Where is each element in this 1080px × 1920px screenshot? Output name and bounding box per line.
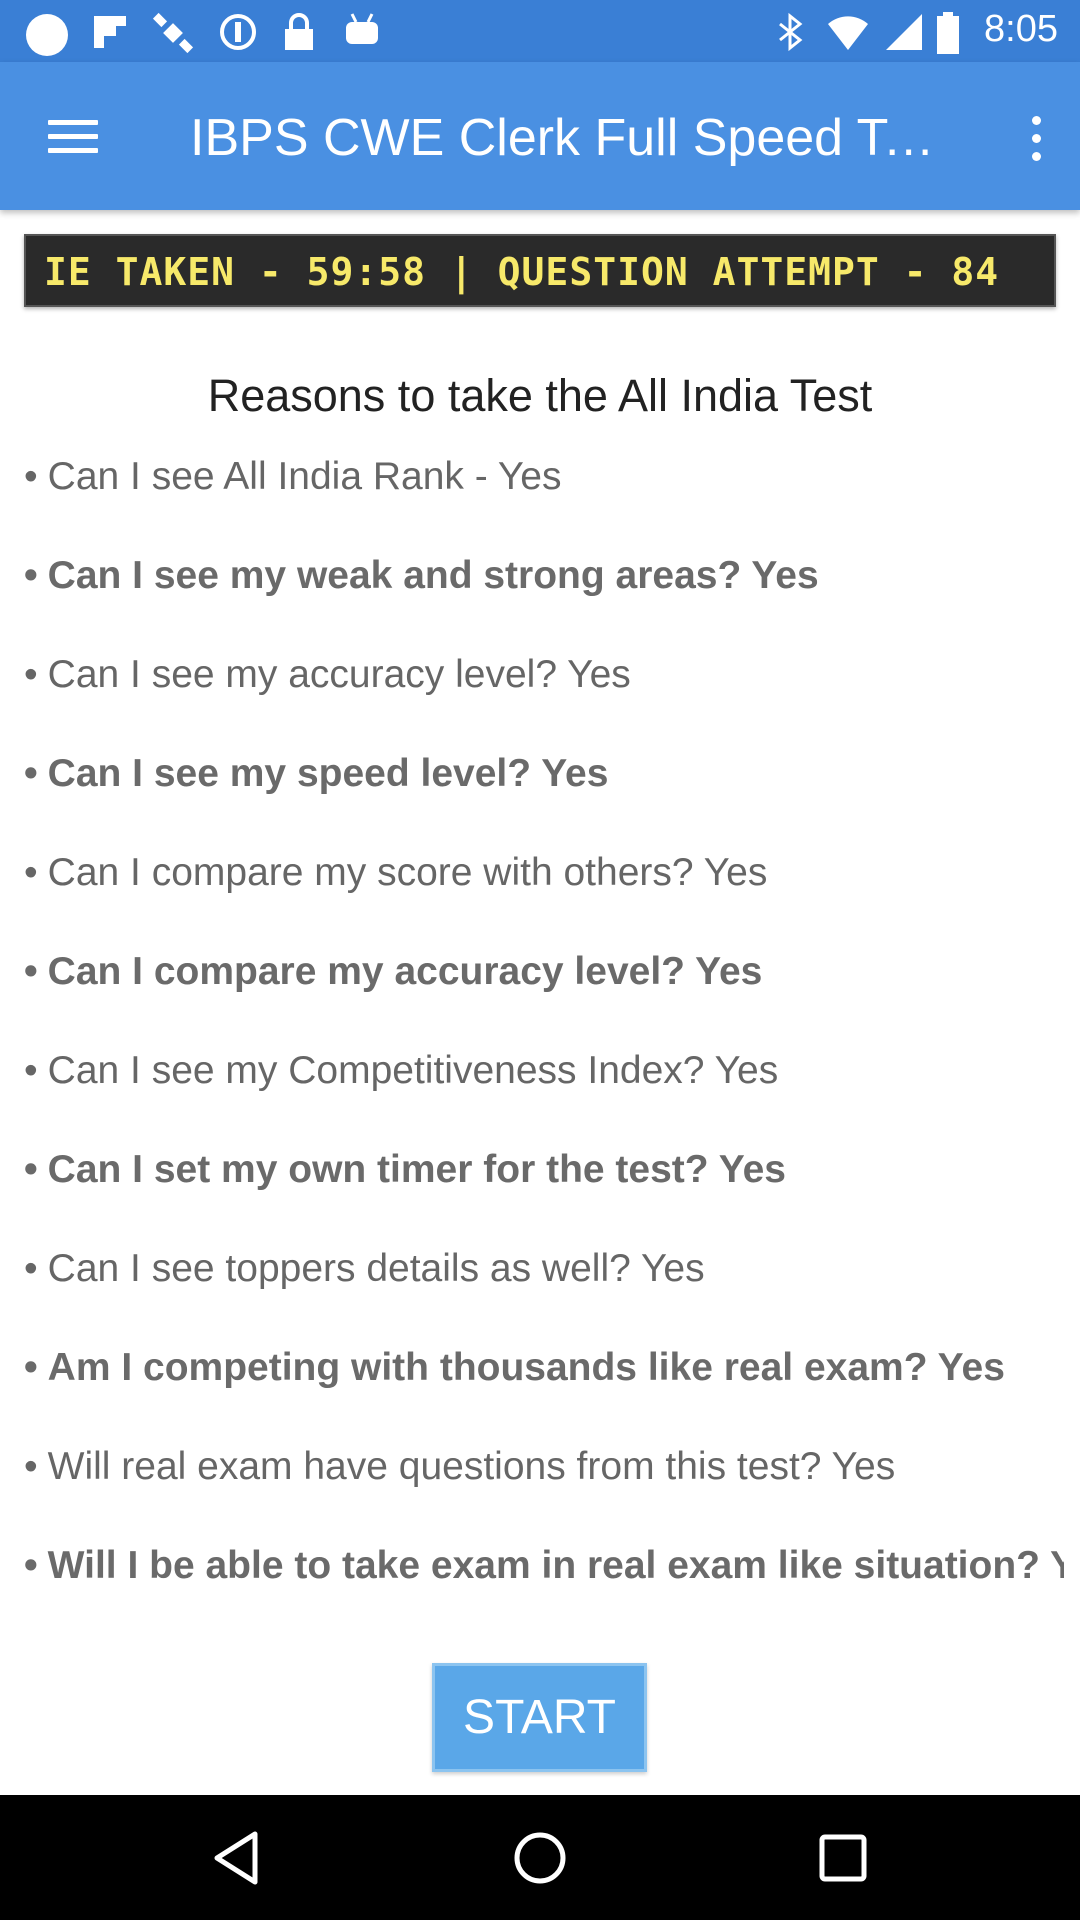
list-item-text: Can I see my Competitiveness Index? Yes xyxy=(47,1049,779,1092)
status-time: 8:05 xyxy=(984,8,1058,50)
list-item: • Can I see my weak and strong areas? Yes xyxy=(24,544,1064,643)
list-item-text: Will real exam have questions from this … xyxy=(47,1445,896,1488)
list-item: • Can I see toppers details as well? Yes xyxy=(24,1237,1064,1336)
android-icon xyxy=(346,13,378,44)
reason-list[interactable]: • Can I see All India Rank - Yes • Can I se… xyxy=(24,445,1064,1613)
bullet: • xyxy=(24,455,38,498)
list-item-text: Can I see my speed level? Yes xyxy=(47,752,609,795)
list-item-text: Can I set my own timer for the test? Yes xyxy=(47,1148,786,1191)
back-triangle-icon[interactable] xyxy=(176,1795,296,1920)
bullet: • xyxy=(24,1247,38,1290)
section-title: Reasons to take the All India Test xyxy=(207,370,873,421)
ticker-text: IE TAKEN - 59:58 | QUESTION ATTEMPT - 84 xyxy=(44,250,1000,294)
bullet: • xyxy=(24,1148,38,1191)
list-item-text: Can I compare my accuracy level? Yes xyxy=(47,950,763,993)
bullet: • xyxy=(24,950,38,993)
bullet: • xyxy=(24,1346,38,1389)
satellite-icon xyxy=(152,12,194,54)
wifi-icon xyxy=(828,16,868,50)
bullet: • xyxy=(24,752,38,795)
list-item: • Can I see my Competitiveness Index? Yes xyxy=(24,1039,1064,1138)
bluetooth-icon xyxy=(779,12,803,52)
bullet: • xyxy=(24,1445,38,1488)
list-item-text: Can I see my accuracy level? Yes xyxy=(47,653,631,696)
list-item: • Can I see my accuracy level? Yes xyxy=(24,643,1064,742)
bullet: • xyxy=(24,851,38,894)
list-item: • Can I compare my accuracy level? Yes xyxy=(24,940,1064,1039)
flipboard-icon xyxy=(94,16,126,48)
more-vert-icon[interactable] xyxy=(1016,106,1056,170)
bullet: • xyxy=(24,653,38,696)
vpn-icon xyxy=(220,14,256,50)
list-item: • Can I see my speed level? Yes xyxy=(24,742,1064,841)
list-item: • Will real exam have questions from this… xyxy=(24,1435,1064,1534)
list-item: • Will I be able to take exam in real exa… xyxy=(24,1534,1064,1613)
list-item: • Can I compare my score with others? Yes xyxy=(24,841,1064,940)
status-bar: 8:05 xyxy=(0,0,1080,62)
list-item-text: Can I compare my score with others? Yes xyxy=(47,851,768,894)
home-circle-icon[interactable] xyxy=(480,1795,600,1920)
signal-icon xyxy=(886,14,922,50)
circle-icon xyxy=(26,14,68,56)
app-bar: IBPS CWE Clerk Full Speed Tes… xyxy=(0,62,1080,210)
bullet: • xyxy=(24,1544,38,1587)
list-item-text: Can I see All India Rank - Yes xyxy=(47,455,562,498)
list-item: • Can I see All India Rank - Yes xyxy=(24,445,1064,544)
nav-bar xyxy=(0,1795,1080,1920)
bullet: • xyxy=(24,1049,38,1092)
list-item-text: Am I competing with thousands like real … xyxy=(47,1346,1005,1389)
list-item: • Am I competing with thousands like real… xyxy=(24,1336,1064,1435)
list-item-text: Can I see toppers details as well? Yes xyxy=(47,1247,705,1290)
bullet: • xyxy=(24,554,38,597)
recents-square-icon[interactable] xyxy=(783,1795,903,1920)
battery-icon xyxy=(937,12,959,54)
hamburger-menu-icon[interactable] xyxy=(36,106,110,166)
list-item-text: Can I see my weak and strong areas? Yes xyxy=(47,554,819,597)
app-title: IBPS CWE Clerk Full Speed Tes… xyxy=(190,109,960,167)
list-item-text: Will I be able to take exam in real exam… xyxy=(47,1544,1064,1587)
start-button[interactable]: START xyxy=(432,1663,647,1772)
list-item: • Can I set my own timer for the test? Ye… xyxy=(24,1138,1064,1237)
lock-icon xyxy=(285,13,313,50)
ticker-banner: IE TAKEN - 59:58 | QUESTION ATTEMPT - 84 xyxy=(24,234,1056,307)
